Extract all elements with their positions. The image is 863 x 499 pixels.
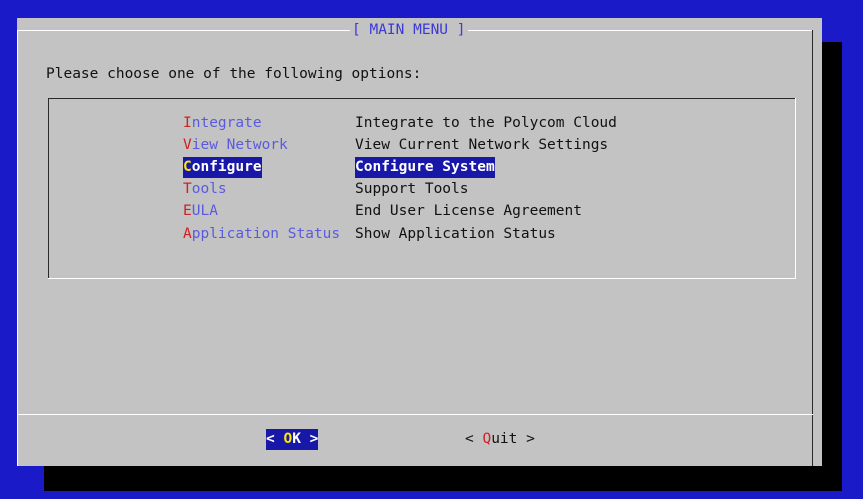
menu-item-tag-rest: iew Network [191,137,288,153]
menu-item-description: View Current Network Settings [355,137,609,153]
menu-item-hotkey: A [183,226,192,242]
ok-button-hotkey: O [283,431,293,447]
menu-item-tag: EULA [183,201,218,222]
menu-item-hotkey: I [183,115,192,131]
menu-item-tag: Application Status [183,224,340,245]
dialog-frame-left [17,30,18,466]
ok-button-left-bracket: < [266,431,284,447]
menu-item-tag-rest: ULA [191,203,218,219]
menu-item-description: Support Tools [355,181,469,197]
menu-item-description: End User License Agreement [355,203,582,219]
menu-box-bottom-border [48,278,796,279]
menu-item-tag: View Network [183,135,288,156]
menu-box-top-border [48,98,795,99]
ok-button-right-bracket: > [300,431,319,447]
menu-item-eula[interactable]: EULA End User License Agreement [183,201,582,222]
menu-item-tag: Configure [183,157,262,178]
menu-item-hotkey: C [183,159,192,175]
menu-item-configure[interactable]: Configure Configure System [183,157,495,178]
dialog-prompt: Please choose one of the following optio… [46,66,422,82]
menu-item-tag-rest: ntegrate [191,115,262,131]
menu-item-description: Configure System [355,157,495,178]
quit-button[interactable]: < Quit > [465,429,535,450]
menu-item-tag-rest: pplication Status [191,226,341,242]
menu-item-application-status[interactable]: Application Status Show Application Stat… [183,224,556,245]
menu-item-description: Show Application Status [355,226,556,242]
dialog-frame-right [812,30,813,466]
quit-button-left-bracket: < [465,431,483,447]
quit-button-hotkey: Q [482,431,492,447]
ok-button-label-rest: K [292,431,301,447]
menu-item-integrate[interactable]: Integrate Integrate to the Polycom Cloud [183,113,617,134]
menu-item-tag-rest: onfigure [191,159,262,175]
menu-box-right-border [795,98,796,278]
menu-item-view-network[interactable]: View Network View Current Network Settin… [183,135,608,156]
button-area-separator [17,414,813,415]
dialog-title: [ MAIN MENU ] [350,20,468,40]
menu-item-hotkey: E [183,203,192,219]
menu-item-description: Integrate to the Polycom Cloud [355,115,617,131]
ok-button[interactable]: < OK > [266,429,319,450]
quit-button-label-rest: uit [491,431,518,447]
menu-item-tag: Integrate [183,113,262,134]
menu-box-left-border [48,98,49,278]
menu-item-tag-rest: ools [191,181,227,197]
quit-button-right-bracket: > [517,431,535,447]
main-menu-dialog: [ MAIN MENU ] Please choose one of the f… [17,18,822,466]
menu-item-hotkey: T [183,181,192,197]
menu-item-hotkey: V [183,137,192,153]
menu-item-tools[interactable]: Tools Support Tools [183,179,469,200]
menu-item-tag: Tools [183,179,227,200]
